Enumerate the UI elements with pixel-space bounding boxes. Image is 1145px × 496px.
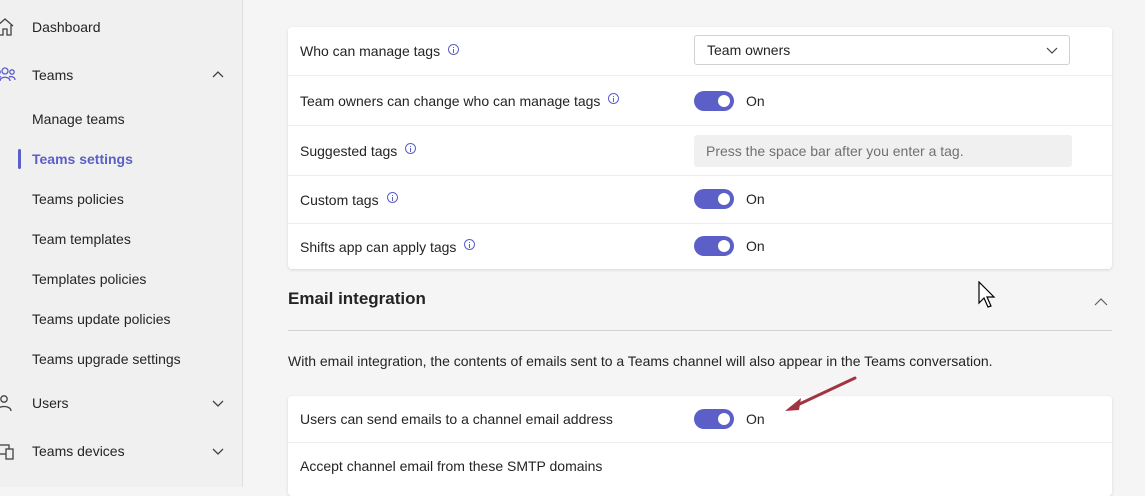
annotation-arrow bbox=[773, 372, 863, 417]
dropdown-value: Team owners bbox=[707, 36, 790, 64]
custom-tags-toggle[interactable] bbox=[694, 189, 734, 209]
section-title-email-integration: Email integration bbox=[288, 289, 426, 309]
channel-email-toggle[interactable] bbox=[694, 409, 734, 429]
chevron-down-icon bbox=[1045, 43, 1059, 57]
section-description: With email integration, the contents of … bbox=[288, 353, 993, 369]
info-icon[interactable] bbox=[387, 192, 398, 203]
info-icon[interactable] bbox=[464, 239, 475, 250]
toggle-state: On bbox=[746, 236, 765, 256]
sidebar-item-label: Team templates bbox=[32, 231, 131, 247]
nav-users-label: Users bbox=[32, 395, 69, 411]
shifts-tags-toggle[interactable] bbox=[694, 236, 734, 256]
setting-row-custom-tags: Custom tags On bbox=[288, 176, 1112, 224]
sidebar-item-teams-update-policies[interactable]: Teams update policies bbox=[0, 299, 242, 339]
home-icon bbox=[0, 17, 16, 37]
setting-label-text: Accept channel email from these SMTP dom… bbox=[300, 458, 602, 474]
setting-label: Shifts app can apply tags bbox=[300, 224, 475, 269]
toggle-state: On bbox=[746, 91, 765, 111]
chevron-down-icon[interactable] bbox=[210, 443, 226, 459]
toggle-state: On bbox=[746, 409, 765, 429]
toggle-knob bbox=[718, 193, 730, 205]
sidebar-item-teams-policies[interactable]: Teams policies bbox=[0, 179, 242, 219]
suggested-tags-input[interactable] bbox=[694, 135, 1072, 167]
setting-label: Custom tags bbox=[300, 176, 398, 223]
setting-row-channel-email: Users can send emails to a channel email… bbox=[288, 396, 1112, 443]
chevron-down-icon[interactable] bbox=[210, 395, 226, 411]
chevron-up-icon[interactable] bbox=[210, 67, 226, 83]
setting-row-smtp-domains: Accept channel email from these SMTP dom… bbox=[288, 443, 1112, 489]
info-icon[interactable] bbox=[405, 143, 416, 154]
mouse-cursor-icon bbox=[978, 281, 998, 309]
users-icon bbox=[0, 393, 16, 413]
setting-label-text: Shifts app can apply tags bbox=[300, 239, 456, 255]
setting-label-text: Who can manage tags bbox=[300, 43, 440, 59]
sidebar-item-label: Teams upgrade settings bbox=[32, 351, 181, 367]
toggle-knob bbox=[718, 95, 730, 107]
sidebar-item-label: Manage teams bbox=[32, 111, 125, 127]
nav-users[interactable]: Users bbox=[0, 383, 242, 423]
active-indicator bbox=[18, 149, 21, 169]
tagging-settings-card: Who can manage tags Team owners Team own… bbox=[288, 27, 1112, 269]
sidebar: Dashboard Teams Manage teams Teams setti… bbox=[0, 0, 243, 487]
nav-teams-devices[interactable]: Teams devices bbox=[0, 431, 242, 471]
sidebar-item-label: Teams update policies bbox=[32, 311, 171, 327]
nav-dashboard-label: Dashboard bbox=[32, 19, 101, 35]
nav-teams-label: Teams bbox=[32, 67, 73, 83]
sidebar-item-templates-policies[interactable]: Templates policies bbox=[0, 259, 242, 299]
email-settings-card: Users can send emails to a channel email… bbox=[288, 396, 1112, 496]
setting-label: Who can manage tags bbox=[300, 27, 459, 75]
nav-dashboard[interactable]: Dashboard bbox=[0, 7, 242, 47]
sidebar-item-label: Teams policies bbox=[32, 191, 124, 207]
setting-label-text: Custom tags bbox=[300, 192, 379, 208]
chevron-up-icon[interactable] bbox=[1093, 294, 1109, 310]
toggle-knob bbox=[718, 413, 730, 425]
info-icon[interactable] bbox=[448, 44, 459, 55]
sidebar-item-label: Teams settings bbox=[32, 151, 133, 167]
setting-label: Suggested tags bbox=[300, 126, 416, 175]
sidebar-item-label: Templates policies bbox=[32, 271, 146, 287]
setting-label: Team owners can change who can manage ta… bbox=[300, 76, 619, 125]
sidebar-item-team-templates[interactable]: Team templates bbox=[0, 219, 242, 259]
sidebar-item-manage-teams[interactable]: Manage teams bbox=[0, 99, 242, 139]
main-content: Who can manage tags Team owners Team own… bbox=[243, 0, 1145, 487]
owners-change-tag-managers-toggle[interactable] bbox=[694, 91, 734, 111]
teams-icon bbox=[0, 65, 16, 85]
setting-label: Users can send emails to a channel email… bbox=[300, 396, 613, 442]
info-icon[interactable] bbox=[608, 93, 619, 104]
sidebar-item-teams-settings[interactable]: Teams settings bbox=[0, 139, 242, 179]
setting-row-suggested-tags: Suggested tags bbox=[288, 126, 1112, 176]
toggle-knob bbox=[718, 240, 730, 252]
setting-row-owners-change-tag-managers: Team owners can change who can manage ta… bbox=[288, 76, 1112, 126]
setting-row-shifts-tags: Shifts app can apply tags On bbox=[288, 224, 1112, 269]
who-can-manage-tags-dropdown[interactable]: Team owners bbox=[694, 35, 1070, 65]
setting-label-text: Team owners can change who can manage ta… bbox=[300, 93, 600, 109]
setting-label-text: Suggested tags bbox=[300, 143, 397, 159]
setting-row-who-can-manage-tags: Who can manage tags Team owners bbox=[288, 27, 1112, 76]
section-divider bbox=[288, 330, 1112, 331]
setting-label-text: Users can send emails to a channel email… bbox=[300, 411, 613, 427]
toggle-state: On bbox=[746, 189, 765, 209]
nav-teams[interactable]: Teams bbox=[0, 55, 242, 95]
sidebar-item-teams-upgrade-settings[interactable]: Teams upgrade settings bbox=[0, 339, 242, 379]
nav-teams-devices-label: Teams devices bbox=[32, 443, 125, 459]
setting-label: Accept channel email from these SMTP dom… bbox=[300, 443, 602, 489]
devices-icon bbox=[0, 441, 16, 461]
